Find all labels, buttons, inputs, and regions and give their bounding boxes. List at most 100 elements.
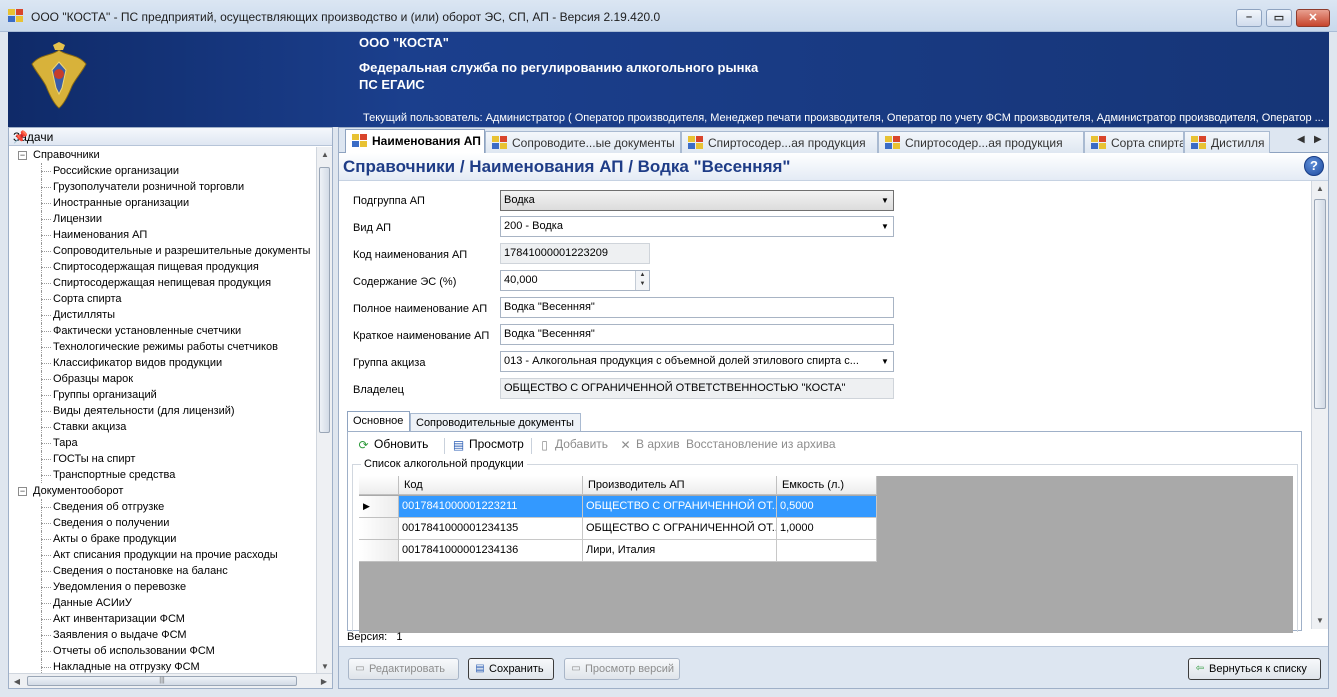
full-name-input[interactable]: Водка "Весенняя" — [500, 297, 894, 318]
tree-item[interactable]: Классификатор видов продукции — [9, 355, 317, 371]
tab-scroll-left-icon[interactable]: ◀ — [1297, 134, 1305, 145]
document-tab[interactable]: Спиртосодер...ая продукция — [878, 131, 1084, 153]
scroll-down-icon[interactable]: ▼ — [1312, 613, 1328, 629]
table-row[interactable]: ▶ 0017841000001223211 ОБЩЕСТВО С ОГРАНИЧЕН… — [359, 496, 877, 518]
excise-group-select[interactable]: 013 - Алкогольная продукция с объемной д… — [500, 351, 894, 372]
step-up-icon[interactable]: ▲ — [636, 271, 649, 280]
close-button[interactable]: ✕ — [1296, 9, 1330, 27]
archive-button[interactable]: ✕ В архив — [618, 437, 679, 455]
table-cell-producer[interactable]: ОБЩЕСТВО С ОГРАНИЧЕННОЙ ОТ... — [583, 496, 777, 518]
tree-item[interactable]: Акт инвентаризации ФСМ — [9, 611, 317, 627]
tree-item[interactable]: Спиртосодержащая непищевая продукция — [9, 275, 317, 291]
tree-item[interactable]: Данные АСИиУ — [9, 595, 317, 611]
tree-group[interactable]: − Документооборот — [9, 483, 317, 499]
tree-item[interactable]: Акты о браке продукции — [9, 531, 317, 547]
tree-item[interactable]: Образцы марок — [9, 371, 317, 387]
minimize-button[interactable]: – — [1236, 9, 1262, 27]
stepper-buttons[interactable]: ▲ ▼ — [635, 271, 649, 290]
document-tab[interactable]: Наименования АП — [345, 129, 485, 154]
tree-item[interactable]: Российские организации — [9, 163, 317, 179]
collapse-icon[interactable]: − — [18, 487, 27, 496]
tree-item[interactable]: Акт списания продукции на прочие расходы — [9, 547, 317, 563]
chevron-down-icon[interactable]: ▼ — [877, 217, 893, 236]
tab-accompanying-documents[interactable]: Сопроводительные документы — [410, 413, 581, 432]
row-header[interactable] — [359, 518, 399, 540]
scroll-thumb[interactable]: ||| — [27, 676, 297, 686]
row-header[interactable]: ▶ — [359, 496, 399, 518]
tree-item[interactable]: Сорта спирта — [9, 291, 317, 307]
subgroup-select[interactable]: Водка ▼ — [500, 190, 894, 211]
scroll-thumb[interactable] — [319, 167, 330, 433]
scroll-up-icon[interactable]: ▲ — [1312, 181, 1328, 197]
scroll-left-icon[interactable]: ◀ — [9, 674, 25, 689]
tree-item[interactable]: Тара — [9, 435, 317, 451]
chevron-down-icon[interactable]: ▼ — [877, 191, 893, 210]
tree-item[interactable]: Виды деятельности (для лицензий) — [9, 403, 317, 419]
table-cell-code[interactable]: 0017841000001234135 — [399, 518, 583, 540]
step-down-icon[interactable]: ▼ — [636, 280, 649, 289]
table-row[interactable]: 0017841000001234135 ОБЩЕСТВО С ОГРАНИЧЕНН… — [359, 518, 877, 540]
tree-item[interactable]: Уведомления о перевозке — [9, 579, 317, 595]
tab-main[interactable]: Основное — [347, 411, 410, 432]
tree-item[interactable]: Отчеты об использовании ФСМ — [9, 643, 317, 659]
scroll-thumb[interactable] — [1314, 199, 1326, 409]
column-header-code[interactable]: Код — [399, 476, 583, 495]
tree-item[interactable]: Заявления о выдаче ФСМ — [9, 627, 317, 643]
document-tab[interactable]: Спиртосодер...ая продукция — [681, 131, 878, 153]
view-versions-button[interactable]: ▭ Просмотр версий — [564, 658, 680, 680]
tree-item[interactable]: Лицензии — [9, 211, 317, 227]
tree-item[interactable]: Группы организаций — [9, 387, 317, 403]
document-tab[interactable]: Дистилля — [1184, 131, 1270, 153]
short-name-input[interactable]: Водка "Весенняя" — [500, 324, 894, 345]
document-vertical-scrollbar[interactable]: ▲ ▼ — [1311, 181, 1328, 629]
tree-item[interactable]: Сведения о постановке на баланс — [9, 563, 317, 579]
maximize-button[interactable]: ▭ — [1266, 9, 1292, 27]
table-row[interactable]: 0017841000001234136 Лири, Италия — [359, 540, 877, 562]
help-icon[interactable]: ? — [1304, 156, 1324, 176]
kind-select[interactable]: 200 - Водка ▼ — [500, 216, 894, 237]
content-stepper[interactable]: 40,000 ▲ ▼ — [500, 270, 650, 291]
row-header[interactable] — [359, 540, 399, 562]
tree-item[interactable]: Дистилляты — [9, 307, 317, 323]
table-cell-producer[interactable]: ОБЩЕСТВО С ОГРАНИЧЕННОЙ ОТ... — [583, 518, 777, 540]
column-header-capacity[interactable]: Емкость (л.) — [777, 476, 877, 495]
table-cell-capacity[interactable]: 1,0000 — [777, 518, 877, 540]
pin-icon[interactable]: 📌 — [13, 130, 326, 144]
tree-item[interactable]: Наименования АП — [9, 227, 317, 243]
tree-item[interactable]: Спиртосодержащая пищевая продукция — [9, 259, 317, 275]
table-cell-code[interactable]: 0017841000001223211 — [399, 496, 583, 518]
tree-item[interactable]: Сопроводительные и разрешительные докуме… — [9, 243, 317, 259]
column-header-producer[interactable]: Производитель АП — [583, 476, 777, 495]
view-button[interactable]: ▤ Просмотр — [451, 437, 524, 455]
chevron-down-icon[interactable]: ▼ — [877, 352, 893, 371]
document-tab[interactable]: Сопроводите...ые документы — [485, 131, 681, 153]
tree-item[interactable]: Сведения об отгрузке — [9, 499, 317, 515]
tree-item[interactable]: ГОСТы на спирт — [9, 451, 317, 467]
table-cell-producer[interactable]: Лири, Италия — [583, 540, 777, 562]
tree-item[interactable]: Транспортные средства — [9, 467, 317, 483]
add-button[interactable]: ▯ Добавить — [537, 437, 608, 455]
tree-group[interactable]: − Справочники — [9, 147, 317, 163]
tree-item[interactable]: Сведения о получении — [9, 515, 317, 531]
restore-button[interactable]: Восстановление из архива — [678, 437, 836, 455]
tab-scroll-right-icon[interactable]: ▶ — [1314, 134, 1322, 145]
tree-item-label: Виды деятельности (для лицензий) — [53, 405, 235, 417]
save-button[interactable]: ▤ Сохранить — [468, 658, 554, 680]
tree-item[interactable]: Грузополучатели розничной торговли — [9, 179, 317, 195]
table-cell-capacity[interactable]: 0,5000 — [777, 496, 877, 518]
tasks-horizontal-scrollbar[interactable]: ◀ ||| ▶ — [9, 673, 332, 688]
tree-item[interactable]: Технологические режимы работы счетчиков — [9, 339, 317, 355]
edit-button[interactable]: ▭ Редактировать — [348, 658, 459, 680]
tree-item[interactable]: Ставки акциза — [9, 419, 317, 435]
table-cell-capacity[interactable] — [777, 540, 877, 562]
tree-item[interactable]: Иностранные организации — [9, 195, 317, 211]
tree-item[interactable]: Фактически установленные счетчики — [9, 323, 317, 339]
back-to-list-button[interactable]: ⇦ Вернуться к списку — [1188, 658, 1321, 680]
scroll-up-icon[interactable]: ▲ — [317, 147, 333, 163]
scroll-right-icon[interactable]: ▶ — [316, 674, 332, 689]
document-tab[interactable]: Сорта спирта — [1084, 131, 1184, 153]
table-cell-code[interactable]: 0017841000001234136 — [399, 540, 583, 562]
collapse-icon[interactable]: − — [18, 151, 27, 160]
tasks-vertical-scrollbar[interactable]: ▲ ▼ — [316, 147, 332, 675]
refresh-button[interactable]: ⟳ Обновить — [356, 437, 428, 455]
